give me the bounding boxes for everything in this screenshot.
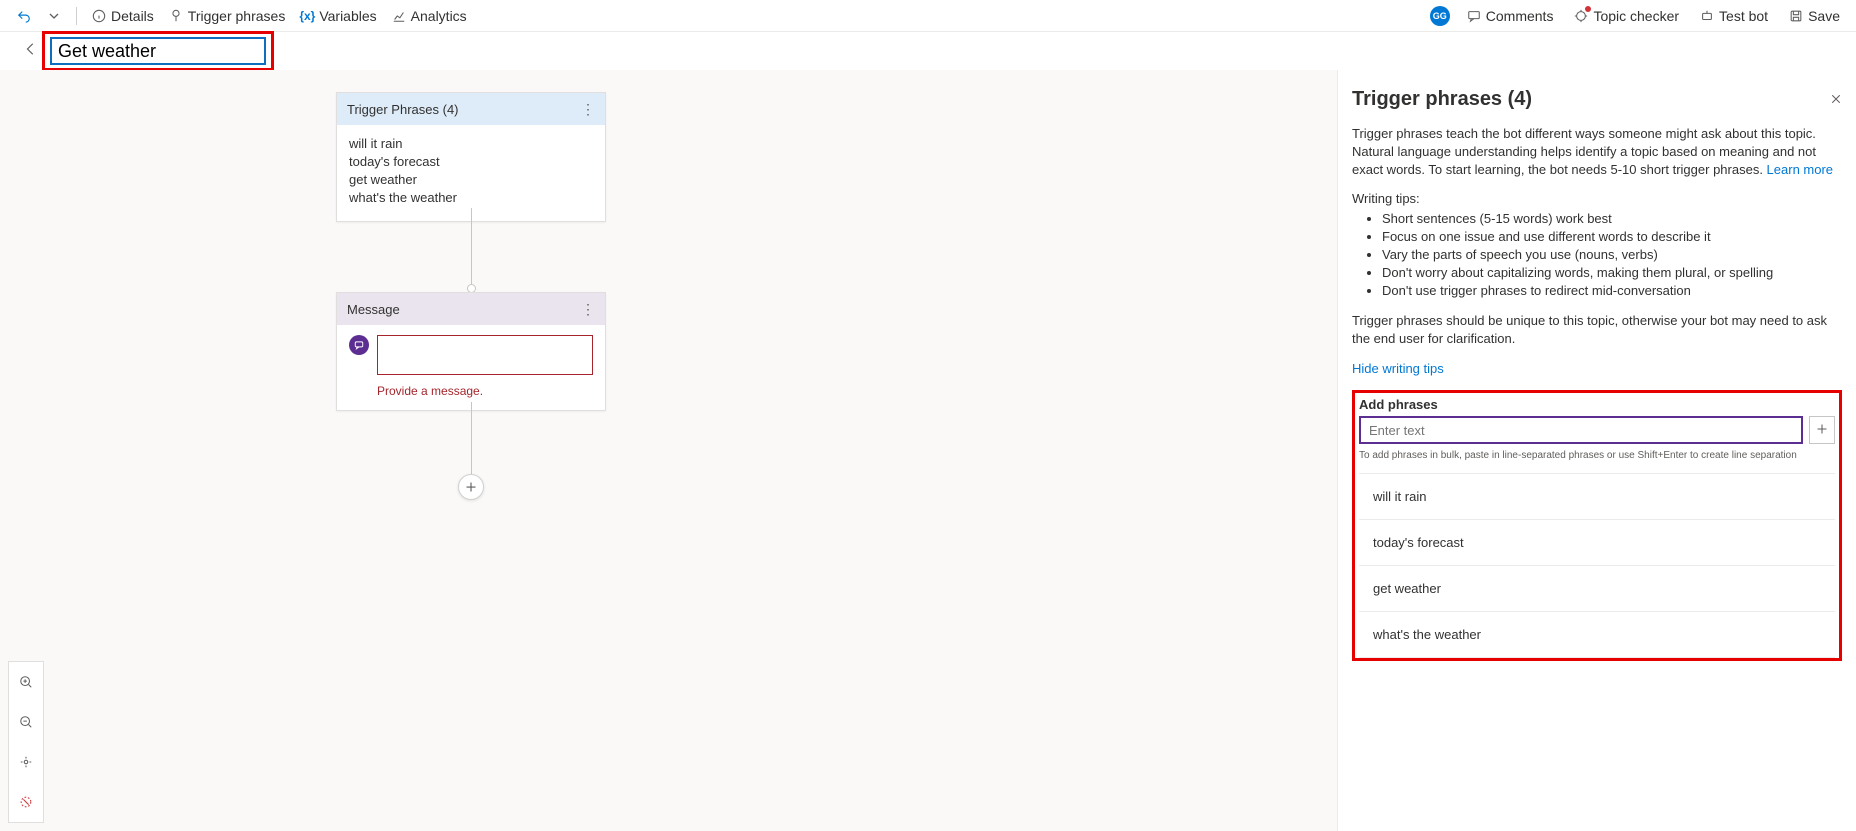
tip-item: Don't use trigger phrases to redirect mi… <box>1382 282 1842 300</box>
undo-icon <box>16 8 32 24</box>
tip-item: Focus on one issue and use different wor… <box>1382 228 1842 246</box>
separator <box>76 7 77 25</box>
avatar[interactable]: GG <box>1430 6 1450 26</box>
trigger-phrase-item: will it rain <box>349 135 593 153</box>
tip-item: Short sentences (5-15 words) work best <box>1382 210 1842 228</box>
undo-dropdown[interactable] <box>42 6 66 26</box>
trigger-node-title: Trigger Phrases (4) <box>347 102 459 117</box>
topic-checker-icon <box>1573 8 1589 24</box>
test-bot-label: Test bot <box>1719 8 1768 24</box>
trigger-node-menu[interactable]: ⋮ <box>581 101 595 118</box>
panel-description: Trigger phrases teach the bot different … <box>1352 125 1842 179</box>
tips-heading: Writing tips: <box>1352 191 1842 206</box>
zoom-controls <box>8 661 44 823</box>
message-node-title: Message <box>347 302 400 317</box>
hide-tips-link[interactable]: Hide writing tips <box>1352 361 1444 376</box>
chart-icon <box>391 8 407 24</box>
trigger-phrases-panel: Trigger phrases (4) Trigger phrases teac… <box>1338 70 1856 831</box>
back-button[interactable] <box>24 42 38 61</box>
analytics-label: Analytics <box>411 8 467 24</box>
comments-label: Comments <box>1486 8 1554 24</box>
details-button[interactable]: Details <box>87 6 158 26</box>
variables-label: Variables <box>319 8 376 24</box>
learn-more-link[interactable]: Learn more <box>1767 162 1833 177</box>
info-icon <box>91 8 107 24</box>
undo-button[interactable] <box>12 6 36 26</box>
connector <box>471 402 472 474</box>
trigger-phrases-node[interactable]: Trigger Phrases (4) ⋮ will it rain today… <box>336 92 606 222</box>
add-phrase-hint: To add phrases in bulk, paste in line-se… <box>1359 450 1835 461</box>
phrase-list: will it rain today's forecast get weathe… <box>1359 473 1835 658</box>
save-label: Save <box>1808 8 1840 24</box>
reset-view-button[interactable] <box>9 782 43 822</box>
trigger-node-body: will it rain today's forecast get weathe… <box>337 125 605 221</box>
analytics-button[interactable]: Analytics <box>387 6 471 26</box>
add-phrases-section: Add phrases To add phrases in bulk, past… <box>1352 390 1842 661</box>
topic-checker-button[interactable]: Topic checker <box>1569 6 1683 26</box>
message-node-menu[interactable]: ⋮ <box>581 301 595 318</box>
topic-checker-label: Topic checker <box>1593 8 1679 24</box>
add-phrase-input[interactable] <box>1359 416 1803 444</box>
message-node[interactable]: Message ⋮ Provide a message. <box>336 292 606 411</box>
trigger-phrases-button[interactable]: Trigger phrases <box>164 6 290 26</box>
message-error: Provide a message. <box>377 384 593 398</box>
zoom-out-button[interactable] <box>9 702 43 742</box>
test-bot-button[interactable]: Test bot <box>1695 6 1772 26</box>
bot-icon <box>1699 8 1715 24</box>
topic-name-input[interactable] <box>50 37 266 65</box>
tips-list: Short sentences (5-15 words) work best F… <box>1382 210 1842 300</box>
thumbtack-icon <box>168 8 184 24</box>
add-node-button[interactable] <box>458 474 484 500</box>
save-button[interactable]: Save <box>1784 6 1844 26</box>
save-icon <box>1788 8 1804 24</box>
panel-close-button[interactable] <box>1830 92 1842 108</box>
top-toolbar: Details Trigger phrases {x} Variables An… <box>0 0 1856 32</box>
comment-icon <box>1466 8 1482 24</box>
tip-item: Vary the parts of speech you use (nouns,… <box>1382 246 1842 264</box>
message-textarea[interactable] <box>377 335 593 375</box>
authoring-canvas[interactable]: Trigger Phrases (4) ⋮ will it rain today… <box>0 70 1338 831</box>
connector <box>471 208 472 284</box>
trigger-phrase-item: what's the weather <box>349 189 593 207</box>
trigger-phrase-item: get weather <box>349 171 593 189</box>
phrase-list-item[interactable]: what's the weather <box>1359 612 1835 658</box>
message-icon <box>349 335 369 355</box>
fit-to-screen-button[interactable] <box>9 742 43 782</box>
trigger-phrase-item: today's forecast <box>349 153 593 171</box>
variables-button[interactable]: {x} Variables <box>295 6 380 26</box>
add-phrase-button[interactable] <box>1809 416 1835 444</box>
tip-item: Don't worry about capitalizing words, ma… <box>1382 264 1842 282</box>
chevron-down-icon <box>46 8 62 24</box>
panel-footnote: Trigger phrases should be unique to this… <box>1352 312 1842 348</box>
comments-button[interactable]: Comments <box>1462 6 1558 26</box>
phrase-list-item[interactable]: get weather <box>1359 566 1835 612</box>
add-phrases-label: Add phrases <box>1359 397 1835 412</box>
phrase-list-item[interactable]: today's forecast <box>1359 520 1835 566</box>
zoom-in-button[interactable] <box>9 662 43 702</box>
topic-title-row <box>0 32 1856 70</box>
details-label: Details <box>111 8 154 24</box>
variables-icon: {x} <box>299 8 315 24</box>
trigger-phrases-label: Trigger phrases <box>188 8 286 24</box>
phrase-list-item[interactable]: will it rain <box>1359 474 1835 520</box>
panel-title: Trigger phrases (4) <box>1352 88 1532 111</box>
